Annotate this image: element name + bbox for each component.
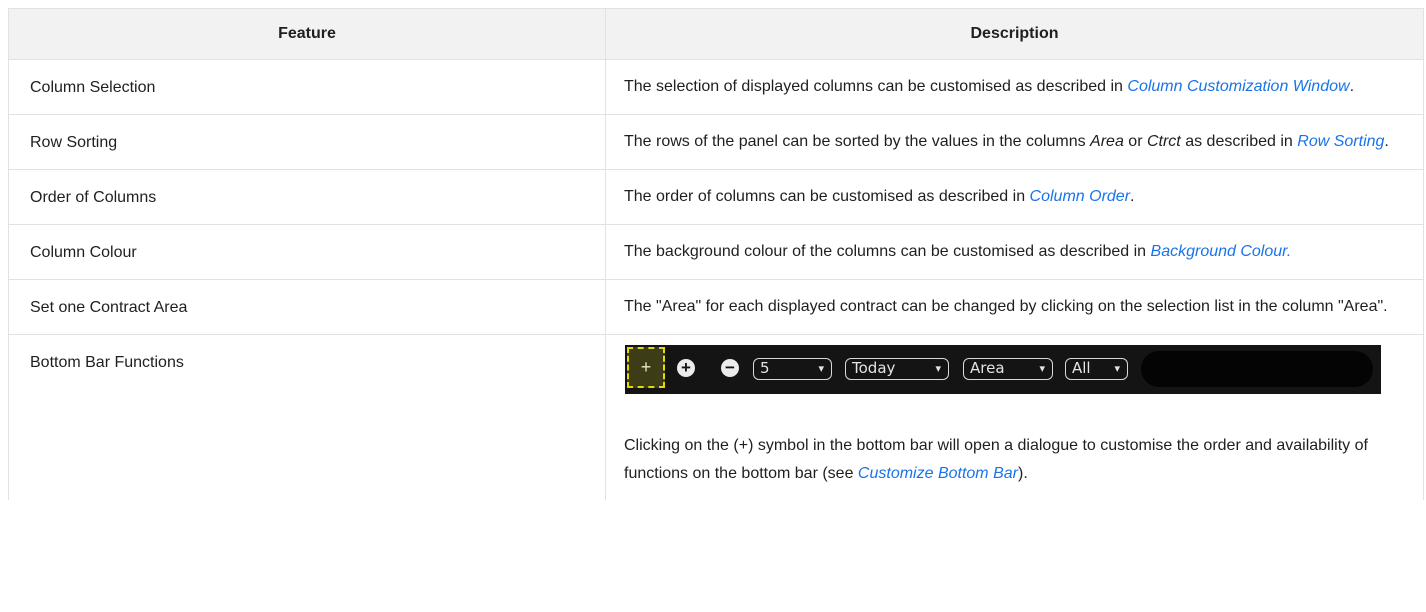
filter-value: All [1072,359,1091,377]
link-column-customization-window[interactable]: Column Customization Window [1127,78,1349,95]
table-row: Row Sorting The rows of the panel can be… [8,114,1424,170]
filter-dropdown: All ▾ [1065,358,1128,380]
feature-cell: Bottom Bar Functions [8,334,606,500]
period-dropdown: Today ▾ [845,358,949,380]
redacted-area [1141,351,1373,387]
area-dropdown: Area ▾ [963,358,1053,380]
chevron-down-icon: ▾ [1039,362,1045,375]
description-cell: The "Area" for each displayed contract c… [605,279,1424,335]
count-dropdown: 5 ▾ [753,358,832,380]
header-description: Description [605,8,1424,60]
description-text: The background colour of the columns can… [624,243,1151,260]
description-text: The selection of displayed columns can b… [624,78,1128,95]
feature-cell: Row Sorting [8,114,606,170]
features-table: Feature Description Column Selection The… [8,8,1424,500]
link-background-colour[interactable]: Background Colour. [1151,243,1292,260]
table-row: Set one Contract Area The "Area" for eac… [8,279,1424,335]
feature-cell: Column Selection [8,59,606,115]
header-feature: Feature [8,8,606,60]
emphasis-ctrct: Ctrct [1146,133,1181,150]
chevron-down-icon: ▾ [935,362,941,375]
description-text: . [1130,188,1135,205]
description-text: ). [1017,465,1028,482]
description-text: . [1349,78,1355,95]
table-row: Column Selection The selection of displa… [8,59,1424,115]
count-value: 5 [760,359,770,377]
table-header-row: Feature Description [8,8,1424,60]
description-text: . [1384,133,1389,150]
description-cell: The rows of the panel can be sorted by t… [605,114,1424,170]
description-cell: The selection of displayed columns can b… [605,59,1424,115]
table-row: Bottom Bar Functions + + − 5 ▾ Today ▾ Are… [8,334,1424,500]
description-cell: The background colour of the columns can… [605,224,1424,280]
description-cell: + + − 5 ▾ Today ▾ Area ▾ All ▾ Clicking on t… [605,334,1424,500]
chevron-down-icon: ▾ [1114,362,1120,375]
customize-plus-icon: + [627,347,665,388]
description-text: The "Area" for each displayed contract c… [624,298,1388,315]
add-row-icon: + [677,359,695,377]
emphasis-area: Area [1090,133,1124,150]
feature-cell: Order of Columns [8,169,606,225]
table-row: Column Colour The background colour of t… [8,224,1424,280]
bottom-bar-screenshot: + + − 5 ▾ Today ▾ Area ▾ All ▾ [625,345,1381,394]
description-text: The rows of the panel can be sorted by t… [624,133,1091,150]
link-customize-bottom-bar[interactable]: Customize Bottom Bar [858,465,1018,482]
remove-row-icon: − [721,359,739,377]
area-value: Area [970,359,1005,377]
description-text: as described in [1180,133,1298,150]
table-row: Order of Columns The order of columns ca… [8,169,1424,225]
period-value: Today [852,359,896,377]
description-text: The order of columns can be customised a… [624,188,1030,205]
description-text: or [1123,133,1147,150]
link-column-order[interactable]: Column Order [1030,188,1130,205]
description-cell: The order of columns can be customised a… [605,169,1424,225]
chevron-down-icon: ▾ [818,362,824,375]
feature-cell: Column Colour [8,224,606,280]
link-row-sorting[interactable]: Row Sorting [1297,133,1384,150]
feature-cell: Set one Contract Area [8,279,606,335]
